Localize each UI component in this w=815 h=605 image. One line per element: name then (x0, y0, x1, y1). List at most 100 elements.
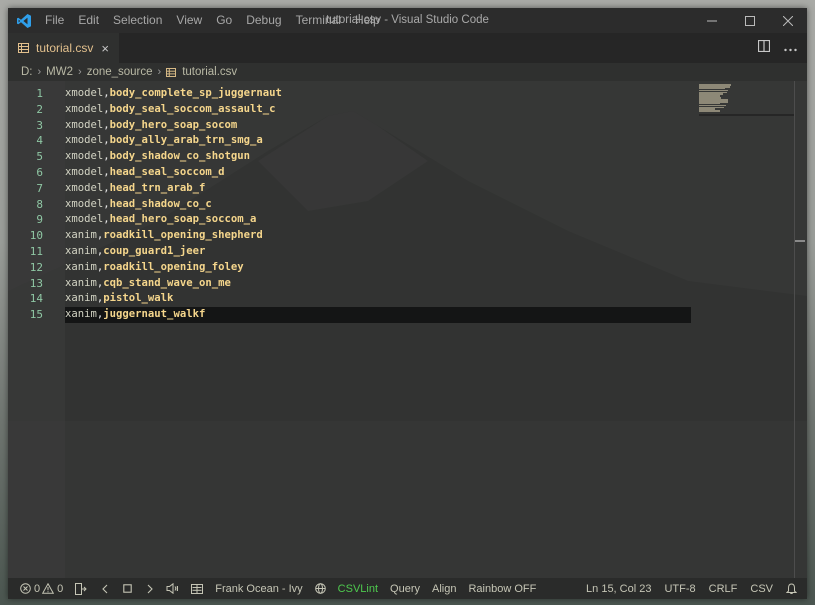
line-number: 3 (36, 118, 43, 132)
line-number: 11 (29, 244, 43, 258)
tab-tutorial-csv[interactable]: tutorial.csv × (8, 33, 119, 63)
line-number: 1 (36, 87, 43, 100)
align-button[interactable]: Align (432, 583, 456, 595)
menu-edit[interactable]: Edit (71, 8, 106, 33)
line-number: 8 (36, 197, 43, 211)
csv-field-type: xanim (65, 244, 97, 257)
minimap-line (699, 110, 720, 112)
menu-help[interactable]: Help (348, 8, 387, 33)
now-playing-track[interactable]: Frank Ocean - Ivy (215, 583, 302, 595)
split-editor-icon[interactable] (757, 39, 771, 57)
csv-field-value: roadkill_opening_foley (103, 260, 244, 273)
code-line[interactable]: xmodel,head_hero_soap_soccom_a (65, 212, 691, 228)
code-line[interactable]: xanim,pistol_walk (65, 291, 691, 307)
tab-label: tutorial.csv (36, 41, 94, 55)
language-mode-selector[interactable]: CSV (750, 583, 773, 595)
volume-icon (166, 583, 179, 594)
line-number: 15 (29, 308, 43, 322)
line-numbers: 1 2 3 4 5 6 7 8 9 10 11 12 13 14 15 (8, 86, 44, 323)
scrollbar-cursor-marker (795, 240, 805, 242)
csv-field-type: xanim (65, 260, 97, 273)
volume-button[interactable] (166, 583, 179, 594)
chevron-right-icon: › (37, 66, 42, 78)
code-lines[interactable]: xmodel,body_complete_sp_juggernaut xmodel… (65, 86, 691, 323)
menu-file[interactable]: File (38, 8, 71, 33)
csvlint-button[interactable]: CSVLint (338, 583, 378, 595)
spotify-open-button[interactable] (75, 582, 87, 595)
problems-indicator[interactable]: 0 0 (20, 583, 63, 595)
code-line[interactable]: xanim,roadkill_opening_foley (65, 260, 691, 276)
csv-field-type: xmodel (65, 150, 104, 163)
code-line[interactable]: xanim,roadkill_opening_shepherd (65, 228, 691, 244)
menu-debug[interactable]: Debug (239, 8, 288, 33)
menu-view[interactable]: View (169, 8, 209, 33)
menu-bar: File Edit Selection View Go Debug Termin… (38, 8, 387, 33)
query-button[interactable]: Query (390, 583, 420, 595)
csv-field-type: xanim (65, 276, 97, 289)
line-number: 7 (36, 181, 43, 195)
lyrics-button[interactable] (191, 583, 204, 594)
line-number: 12 (29, 260, 43, 274)
code-line[interactable]: xmodel,head_shadow_co_c (65, 197, 691, 213)
table-file-icon (18, 43, 29, 53)
chevron-left-icon (102, 584, 108, 593)
warning-count: 0 (57, 582, 64, 595)
maximize-icon (745, 15, 755, 26)
minimap[interactable] (699, 84, 739, 114)
csv-field-type: xmodel (65, 134, 104, 147)
breadcrumb-folder-mw2[interactable]: MW2 (46, 66, 73, 78)
minimap-viewport[interactable] (699, 114, 795, 116)
stop-button[interactable] (123, 584, 133, 593)
book-icon (191, 583, 204, 594)
notifications-button[interactable] (786, 582, 797, 595)
csv-field-value: body_hero_soap_socom (109, 118, 238, 131)
menu-go[interactable]: Go (209, 8, 239, 33)
csv-field-value: head_shadow_co_c (109, 197, 212, 210)
minimize-button[interactable] (693, 8, 731, 33)
code-line[interactable]: xmodel,head_seal_soccom_d (65, 165, 691, 181)
menu-selection[interactable]: Selection (106, 8, 169, 33)
breadcrumb-drive[interactable]: D: (21, 66, 33, 78)
editor-tab-bar: tutorial.csv × (8, 33, 807, 63)
csv-field-type: xmodel (65, 213, 104, 226)
code-line[interactable]: xanim,coup_guard1_jeer (65, 244, 691, 260)
more-actions-icon[interactable] (784, 39, 797, 57)
code-line[interactable]: xmodel,body_ally_arab_trn_smg_a (65, 133, 691, 149)
code-line[interactable]: xmodel,head_trn_arab_f (65, 181, 691, 197)
csv-field-type: xanim (65, 229, 97, 242)
csv-field-type: xanim (65, 292, 97, 305)
language-globe-button[interactable] (314, 583, 326, 594)
close-button[interactable] (769, 8, 807, 33)
menu-terminal[interactable]: Terminal (289, 8, 348, 33)
vertical-scrollbar[interactable] (794, 81, 795, 578)
stop-icon (123, 584, 133, 593)
cursor-position[interactable]: Ln 15, Col 23 (586, 583, 651, 595)
encoding-selector[interactable]: UTF-8 (664, 583, 695, 595)
csv-field-value: roadkill_opening_shepherd (103, 229, 263, 242)
next-track-button[interactable] (146, 584, 154, 594)
code-line[interactable]: xmodel,body_shadow_co_shotgun (65, 149, 691, 165)
code-editor[interactable]: 1 2 3 4 5 6 7 8 9 10 11 12 13 14 15 xmodel,body_comple… (8, 81, 807, 578)
minimize-icon (707, 20, 717, 21)
line-number: 14 (29, 292, 43, 306)
breadcrumb-folder-zone-source[interactable]: zone_source (87, 66, 153, 78)
bell-icon (786, 582, 797, 594)
breadcrumb-file[interactable]: tutorial.csv (182, 66, 237, 78)
code-line[interactable]: xmodel,body_seal_soccom_assault_c (65, 102, 691, 118)
code-line[interactable]: xanim,cqb_stand_wave_on_me (65, 276, 691, 292)
line-number: 2 (36, 102, 43, 116)
code-line[interactable]: xmodel,body_hero_soap_socom (65, 118, 691, 134)
chevron-right-icon (147, 584, 154, 593)
maximize-button[interactable] (731, 8, 769, 33)
tab-close-icon[interactable]: × (101, 42, 109, 55)
open-app-icon (75, 582, 87, 595)
previous-track-button[interactable] (101, 584, 109, 594)
breadcrumb: D: › MW2 › zone_source › tutorial.csv (8, 63, 807, 81)
code-line[interactable]: xanim,juggernaut_walkf (65, 307, 691, 323)
title-bar: File Edit Selection View Go Debug Termin… (8, 8, 807, 33)
eol-selector[interactable]: CRLF (709, 583, 738, 595)
csv-field-type: xmodel (65, 87, 104, 99)
rainbow-toggle-button[interactable]: Rainbow OFF (468, 583, 536, 595)
csv-field-value: head_trn_arab_f (109, 181, 206, 194)
code-line[interactable]: xmodel,body_complete_sp_juggernaut (65, 86, 691, 102)
